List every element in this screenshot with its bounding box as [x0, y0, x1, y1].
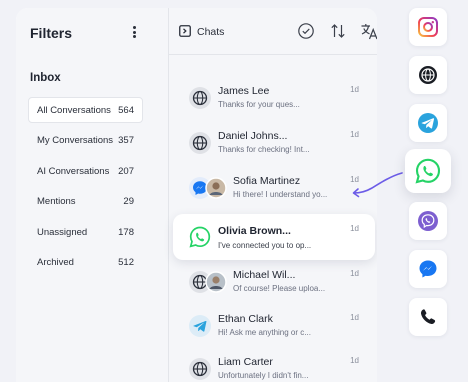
- contact-name: Sofia Martinez: [233, 175, 301, 187]
- contact-name: James Lee: [218, 85, 270, 97]
- channel-messenger[interactable]: [409, 250, 447, 288]
- filter-label: AI Conversations: [37, 165, 110, 177]
- message-time: 1d: [350, 313, 359, 322]
- chat-item[interactable]: Liam Carter Unfortunately I didn't fin..…: [189, 353, 359, 382]
- message-time: 1d: [350, 224, 359, 233]
- message-time: 1d: [350, 85, 359, 94]
- message-time: 1d: [350, 269, 359, 278]
- whatsapp-icon: [189, 226, 211, 248]
- message-preview: Thanks for your ques...: [218, 100, 300, 109]
- chat-item[interactable]: Daniel Johns... Thanks for checking! Int…: [189, 127, 359, 167]
- filter-label: Mentions: [37, 196, 76, 207]
- filter-unassigned[interactable]: Unassigned 178: [28, 219, 143, 245]
- message-time: 1d: [350, 356, 359, 365]
- channel-bar: [405, 8, 451, 336]
- telegram-icon: [189, 315, 211, 337]
- filter-label: Archived: [37, 257, 74, 268]
- messenger-icon: [419, 260, 437, 278]
- filter-count: 564: [118, 104, 134, 116]
- contact-name: Liam Carter: [218, 356, 273, 368]
- more-options-icon[interactable]: [128, 24, 140, 40]
- chat-item[interactable]: James Lee Thanks for your ques... 1d: [189, 82, 359, 122]
- message-preview: Hi there! I understand yo...: [233, 190, 328, 199]
- web-icon: [189, 358, 211, 380]
- filters-panel: Filters Inbox All Conversations 564 My C…: [16, 8, 169, 382]
- web-icon: [189, 87, 211, 109]
- filter-count: 357: [118, 135, 134, 146]
- check-circle-icon[interactable]: [297, 22, 315, 40]
- web-icon: [189, 132, 211, 154]
- message-preview: Thanks for checking! Int...: [218, 145, 310, 154]
- channel-whatsapp[interactable]: [405, 149, 451, 193]
- chat-item[interactable]: Ethan Clark Hi! Ask me anything or c... …: [189, 310, 359, 350]
- contact-name: Michael Wil...: [233, 269, 296, 281]
- chats-title: Chats: [197, 26, 225, 38]
- filter-my-conversations[interactable]: My Conversations 357: [28, 128, 143, 154]
- avatar: [205, 177, 227, 199]
- panel-toggle-icon[interactable]: [179, 25, 191, 37]
- viber-icon: [418, 211, 438, 231]
- filter-all-conversations[interactable]: All Conversations 564: [28, 97, 143, 123]
- filter-mentions[interactable]: Mentions 29: [28, 189, 143, 215]
- whatsapp-icon: [415, 158, 441, 184]
- phone-icon: [421, 309, 436, 324]
- pointer-arrow-icon: [352, 172, 403, 198]
- filter-list: All Conversations 564 My Conversations 3…: [28, 97, 143, 280]
- translate-icon[interactable]: [360, 22, 377, 40]
- channel-phone[interactable]: [409, 298, 447, 336]
- filters-title: Filters: [30, 25, 73, 41]
- message-preview: Hi! Ask me anything or c...: [218, 328, 311, 337]
- inbox-label: Inbox: [30, 72, 61, 84]
- sort-icon[interactable]: [329, 22, 347, 40]
- telegram-icon: [418, 113, 438, 133]
- chats-header: Chats: [169, 8, 377, 55]
- message-preview: Of course! Please uploa...: [233, 284, 326, 293]
- filter-count: 207: [118, 165, 134, 177]
- chat-item[interactable]: Sofia Martinez Hi there! I understand yo…: [189, 172, 359, 212]
- app-window: Filters Inbox All Conversations 564 My C…: [16, 8, 377, 382]
- contact-name: Ethan Clark: [218, 313, 273, 325]
- channel-viber[interactable]: [409, 202, 447, 240]
- filter-count: 512: [118, 257, 134, 268]
- message-preview: Unfortunately I didn't fin...: [218, 371, 309, 380]
- filter-label: All Conversations: [37, 104, 111, 116]
- channel-telegram[interactable]: [409, 104, 447, 142]
- avatar: [205, 271, 227, 293]
- filter-ai-conversations[interactable]: AI Conversations 207: [28, 158, 143, 184]
- contact-name: Daniel Johns...: [218, 130, 288, 142]
- filter-count: 178: [118, 226, 134, 238]
- web-icon: [189, 271, 227, 293]
- web-icon: [419, 66, 437, 84]
- chat-item-selected[interactable]: Olivia Brown... I've connected you to op…: [173, 214, 375, 260]
- filter-archived[interactable]: Archived 512: [28, 250, 143, 276]
- chat-item[interactable]: Michael Wil... Of course! Please uploa..…: [189, 266, 359, 306]
- filter-count: 29: [123, 196, 134, 207]
- filter-label: My Conversations: [37, 135, 114, 146]
- messenger-icon: [189, 177, 227, 199]
- message-time: 1d: [350, 130, 359, 139]
- contact-name: Olivia Brown...: [218, 225, 291, 237]
- channel-web[interactable]: [409, 56, 447, 94]
- filter-label: Unassigned: [37, 226, 88, 238]
- channel-instagram[interactable]: [409, 8, 447, 46]
- instagram-icon: [418, 17, 438, 37]
- message-preview: I've connected you to op...: [218, 241, 312, 250]
